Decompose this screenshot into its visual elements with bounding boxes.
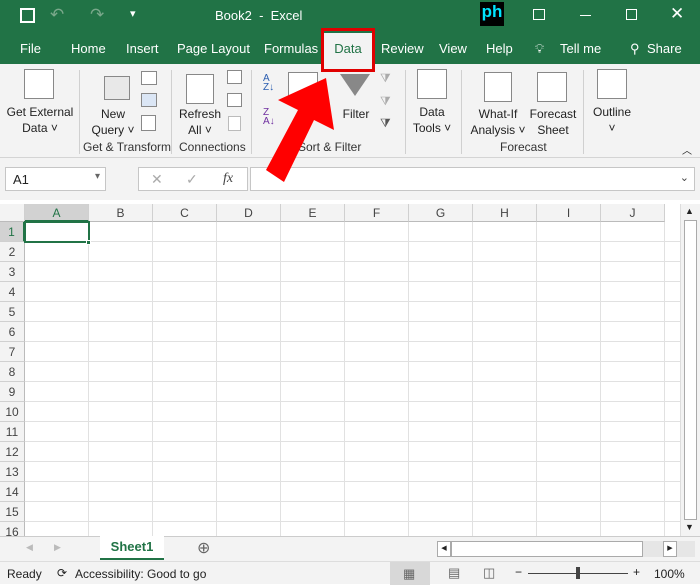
red-arrow-annotation xyxy=(266,78,334,182)
arrow-shape xyxy=(266,78,334,182)
